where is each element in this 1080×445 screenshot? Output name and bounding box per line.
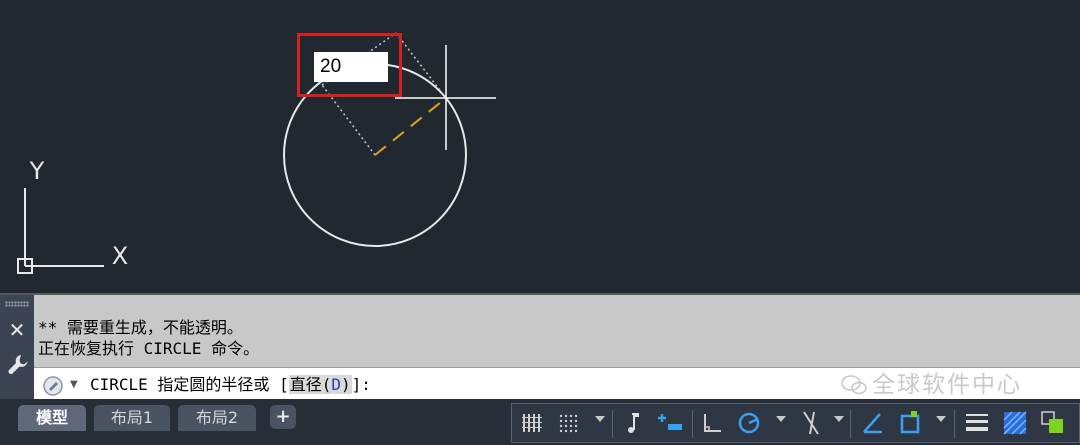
grip-handle[interactable] [5,301,29,307]
command-history: ** 需要重生成，不能透明。 正在恢复执行 CIRCLE 命令。 [38,317,1068,359]
selection-cycle-icon[interactable] [1038,408,1068,438]
ucs-x-label: X [112,242,128,270]
separator [850,410,851,438]
isodraft-dropdown-icon[interactable] [834,416,844,422]
radius-line [374,97,447,156]
infer-icon[interactable] [620,408,650,438]
command-input-line[interactable]: ▼ CIRCLE 指定圆的半径或 [直径(D)]: 全球软件中心 [34,367,1080,402]
option-key: D [331,375,341,394]
osnap-icon[interactable] [896,408,926,438]
polar-icon[interactable] [734,408,764,438]
command-prompt: CIRCLE 指定圆的半径或 [直径(D)]: [90,374,371,396]
polar-dropdown-icon[interactable] [776,416,786,422]
dynamic-input-icon[interactable] [656,408,686,438]
ortho-icon[interactable] [698,408,728,438]
add-layout-button[interactable]: + [270,405,296,429]
option-close: ) [340,375,351,394]
wechat-icon [841,375,867,395]
dimension-extension-right [395,32,447,99]
separator [692,410,693,438]
dynamic-input-field[interactable]: 20 [314,52,388,82]
tab-layout1[interactable]: 布局1 [94,405,170,431]
lineweight-icon[interactable] [962,408,992,438]
ucs-icon: Y X [17,157,128,274]
isodraft-icon[interactable] [796,408,826,438]
tab-layout2[interactable]: 布局2 [178,405,256,431]
close-icon[interactable]: ✕ [6,319,28,341]
snap-icon[interactable] [554,408,584,438]
diameter-option[interactable]: 直径(D) [288,375,352,394]
osnap-track-icon[interactable] [858,408,888,438]
history-line: 正在恢复执行 CIRCLE 命令。 [38,339,260,358]
wrench-icon[interactable] [6,353,28,377]
option-label: 直径( [289,375,332,394]
command-sidebar: ✕ [0,295,34,401]
prompt-suffix: ]: [351,375,371,394]
drawing-svg[interactable]: Y X [0,0,1080,293]
snap-dropdown-icon[interactable] [595,416,605,422]
separator [612,410,613,438]
separator [954,410,955,438]
chevron-down-icon[interactable]: ▼ [70,376,78,394]
prompt-prefix: CIRCLE 指定圆的半径或 [ [90,375,289,394]
watermark-text: 全球软件中心 [872,372,1022,398]
status-bar: 模型 布局1 布局2 + [0,399,1080,445]
command-customize-icon[interactable] [42,375,64,397]
drawing-canvas[interactable]: Y X 20 [0,0,1080,293]
osnap-dropdown-icon[interactable] [936,416,946,422]
tab-model[interactable]: 模型 [18,405,86,431]
status-toolbar [511,403,1080,443]
history-line: ** 需要重生成，不能透明。 [38,318,243,337]
grid-icon[interactable] [518,408,548,438]
ucs-y-label: Y [29,157,45,185]
command-window: ✕ ** 需要重生成，不能透明。 正在恢复执行 CIRCLE 命令。 ▼ CIR… [0,293,1080,402]
transparency-icon[interactable] [1000,408,1030,438]
